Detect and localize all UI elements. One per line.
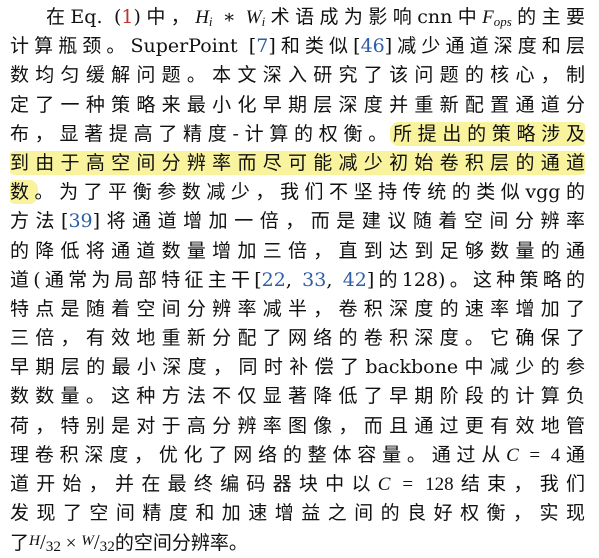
text-line: 数。为了平衡参数减少，我们不坚持传统的类似vgg的 <box>10 178 585 207</box>
text-line: 三倍，有效地重新分配了网络的卷积深度。它确保了 <box>10 327 585 350</box>
text-run: ]的128)。这种策略的 <box>366 268 585 291</box>
citation-link[interactable]: 33 <box>302 269 326 291</box>
text-run: ]将通道增加一倍，而是建议随着空间分辨率 <box>92 210 585 233</box>
text-run: , <box>285 268 303 291</box>
text-run: 在Eq. ( <box>46 6 122 28</box>
text-run: 理卷积深度，优化了网络的整体容量。通过从 <box>10 443 507 466</box>
text-run: 通 <box>560 443 585 466</box>
text-line: 布，显著提高了精度-计算的权衡。所提出的策略涉及 <box>10 120 585 149</box>
text-line: 数数量。这种方法不仅显著降低了早期阶段的计算负 <box>10 385 585 408</box>
text-run: 方法[ <box>10 210 69 233</box>
math-expression: C = 128 <box>377 474 454 495</box>
text-run: )中， <box>133 6 196 28</box>
math-expression: Hi ∗ Wi <box>195 7 266 30</box>
math-expression: C = 4 <box>506 444 561 466</box>
text-run: 的主要 <box>511 6 585 28</box>
text-run: 。为了平衡参数减少，我们不坚持传统的类似vgg的 <box>34 181 585 204</box>
text-line: 了H/32 × W/32的空间分辨率。 <box>10 528 585 557</box>
highlighted-text: 数 <box>10 180 38 205</box>
text-line: 道开始，并在最终编码器块中以C = 128结束，我们 <box>10 470 585 499</box>
equation-ref-link[interactable]: 1 <box>121 6 133 28</box>
citation-link[interactable]: 7 <box>256 35 268 57</box>
text-run: 道开始，并在最终编码器块中以 <box>10 473 378 495</box>
highlighted-text: 所提出的策略涉及 <box>389 121 585 146</box>
text-line: 理卷积深度，优化了网络的整体容量。通过从C = 4通 <box>10 441 585 470</box>
text-run: 的空间分辨率。 <box>114 532 248 555</box>
text-run: , <box>326 268 343 291</box>
text-line: 特点是随着空间分辨率减半，卷积深度的速率增加了 <box>10 297 585 320</box>
citation-link[interactable]: 39 <box>68 210 92 232</box>
text-line: 荷，特别是对于高分辨率图像，而且通过更有效地管 <box>10 414 585 437</box>
text-line: 方法[39]将通道增加一倍，而是建议随着空间分辨率 <box>10 207 585 236</box>
highlighted-text: 到由于高空间分辨率而尽可能减少初始卷积层的通道 <box>10 150 585 175</box>
text-line: 早期层的最小深度，同时补偿了backbone中减少的参 <box>10 356 585 379</box>
citation-link[interactable]: 42 <box>343 269 367 291</box>
text-run: 术语成为影响cnn中 <box>265 6 483 28</box>
text-line: 定了一种策略来最小化早期层深度并重新配置通道分 <box>10 93 585 116</box>
text-line: 发现了空间精度和加速增益之间的良好权衡，实现 <box>10 502 585 525</box>
text-run: ]和类似[ <box>268 35 361 58</box>
text-line: 道(通常为局部特征主干[22, 33, 42]的128)。这种策略的 <box>10 266 585 295</box>
text-line: 到由于高空间分辨率而尽可能减少初始卷积层的通道 <box>10 149 585 178</box>
text-run: 道(通常为局部特征主干[ <box>10 268 262 291</box>
text-line: 计算瓶颈。SuperPoint [7]和类似[46]减少通道深度和层 <box>10 32 585 61</box>
text-run: 结束，我们 <box>453 473 585 495</box>
citation-link[interactable]: 22 <box>262 269 286 291</box>
citation-link[interactable]: 46 <box>361 35 385 57</box>
text-run: ]减少通道深度和层 <box>384 35 585 58</box>
text-run: 布，显著提高了精度-计算的权衡。 <box>10 122 393 145</box>
math-expression: H/32 × W/32 <box>29 530 115 556</box>
paper-paragraph: 在Eq. (1)中，Hi ∗ Wi术语成为影响cnn中Fops的主要 计算瓶颈。… <box>10 3 585 558</box>
text-run: 了 <box>10 532 30 555</box>
text-line: 在Eq. (1)中，Hi ∗ Wi术语成为影响cnn中Fops的主要 <box>10 3 585 32</box>
text-line: 数均匀缓解问题。本文深入研究了该问题的核心，制 <box>10 64 585 87</box>
text-run: 计算瓶颈。SuperPoint [ <box>10 35 257 58</box>
text-line: 的降低将通道数量增加三倍，直到达到足够数量的通 <box>10 239 585 262</box>
math-expression: Fops <box>482 7 512 30</box>
